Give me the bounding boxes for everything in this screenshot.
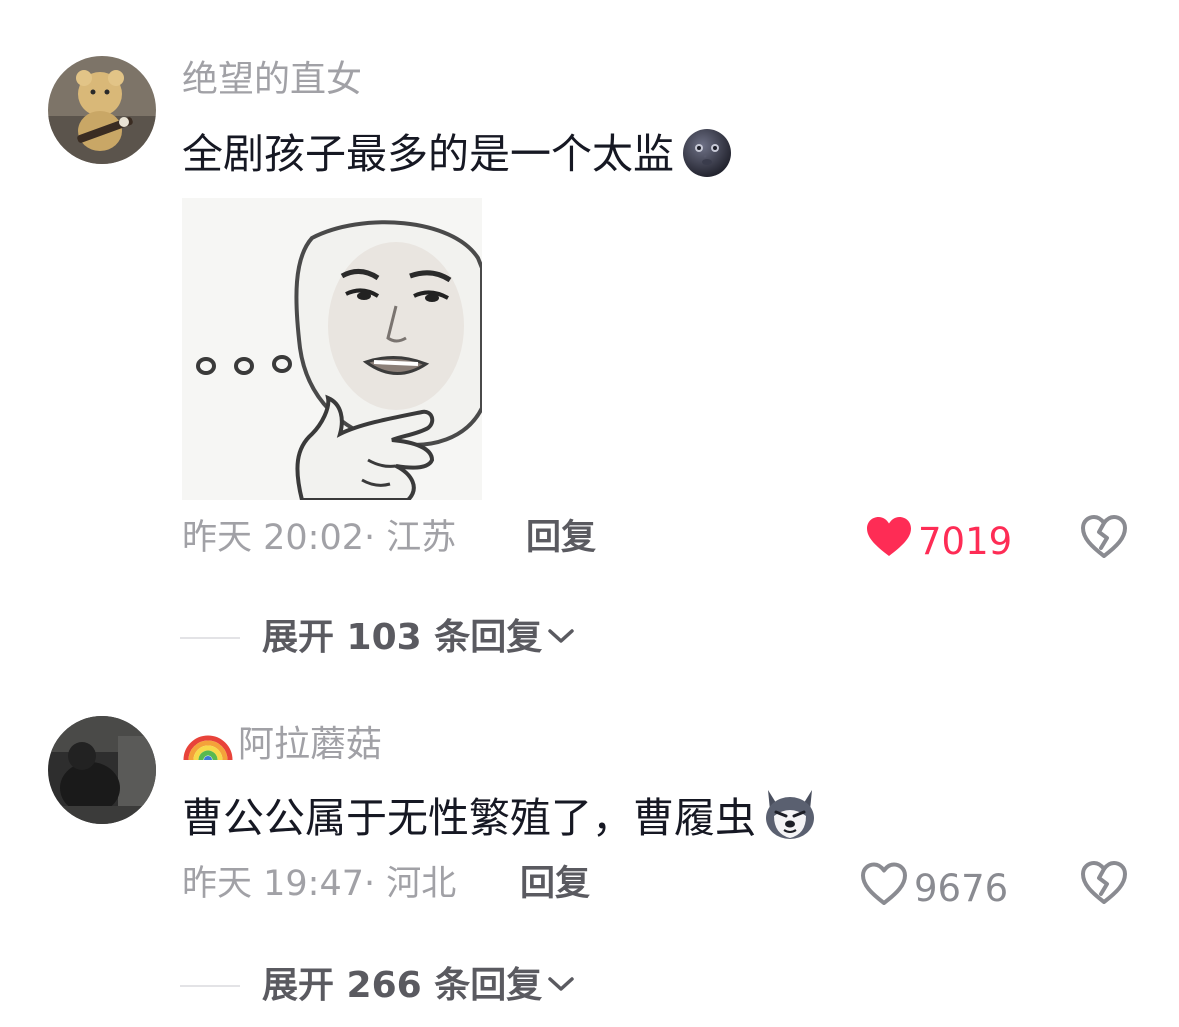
expand-replies-button[interactable]: 展开 266 条回复 — [180, 964, 576, 1008]
like-count: 9676 — [914, 867, 1009, 910]
chevron-down-icon — [546, 626, 576, 650]
comment-text: 曹公公属于无性繁殖了，曹履虫 — [182, 786, 820, 854]
username-text: 阿拉蘑菇 — [238, 724, 383, 765]
heart-filled-icon — [866, 516, 912, 568]
expand-replies-button[interactable]: 展开 103 条回复 — [180, 616, 576, 660]
husky-dog-emoji-icon — [760, 786, 820, 854]
comment-text: 全剧孩子最多的是一个太监 — [182, 126, 736, 190]
like-button[interactable]: 9676 — [860, 862, 1008, 916]
comment-location: · 河北 — [364, 864, 457, 904]
broken-heart-icon — [1081, 515, 1127, 558]
dark-moon-face-emoji-icon — [678, 126, 736, 190]
expand-replies-label: 展开 103 条回复 — [262, 617, 543, 658]
reply-button[interactable]: 回复 — [526, 516, 596, 560]
expand-divider — [180, 637, 240, 639]
dislike-button[interactable] — [1080, 860, 1128, 908]
like-count: 7019 — [918, 520, 1013, 563]
dislike-button[interactable] — [1080, 514, 1128, 562]
comment-time: 昨天 20:02 — [182, 518, 364, 558]
user-avatar[interactable] — [48, 56, 156, 164]
expand-divider — [180, 985, 240, 987]
expand-replies-label: 展开 266 条回复 — [262, 965, 543, 1006]
reply-button[interactable]: 回复 — [520, 862, 590, 906]
heart-outline-icon — [860, 862, 908, 916]
username[interactable]: 绝望的直女 — [182, 58, 362, 102]
username[interactable]: 阿拉蘑菇 — [182, 718, 382, 773]
comment-meta: 昨天 20:02· 江苏 — [182, 516, 456, 560]
chevron-down-icon — [546, 974, 576, 998]
comment-time: 昨天 19:47 — [182, 864, 364, 904]
comment-meta: 昨天 19:47· 河北 — [182, 862, 456, 906]
rainbow-emoji-icon — [182, 718, 234, 773]
user-avatar[interactable] — [48, 716, 156, 824]
comment-text-content: 曹公公属于无性繁殖了，曹履虫 — [182, 794, 756, 842]
like-button[interactable]: 7019 — [866, 516, 1012, 568]
thinking-meme-sticker[interactable] — [182, 198, 482, 500]
comment-location: · 江苏 — [364, 518, 457, 558]
broken-heart-icon — [1081, 861, 1127, 904]
comment-text-content: 全剧孩子最多的是一个太监 — [182, 130, 674, 178]
